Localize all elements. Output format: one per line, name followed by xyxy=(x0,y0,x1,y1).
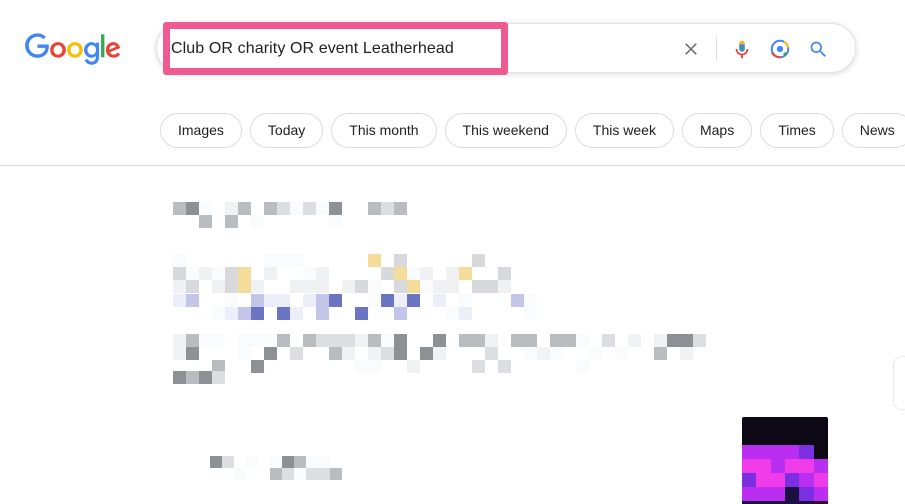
result-snippet-lines xyxy=(173,334,706,373)
bottom-card-heading-line xyxy=(210,456,342,480)
google-logo[interactable] xyxy=(25,33,121,66)
search-query-text: Club OR charity OR event Leatherhead xyxy=(171,40,454,57)
chip-images[interactable]: Images xyxy=(160,112,242,148)
google-search-page: Club OR charity OR event Leatherhead Ima… xyxy=(0,0,905,504)
search-filter-chips: Images Today This month This weekend Thi… xyxy=(160,112,905,148)
search-bar[interactable]: Club OR charity OR event Leatherhead xyxy=(156,23,856,73)
search-actions xyxy=(672,24,837,74)
chip-this-weekend[interactable]: This weekend xyxy=(444,112,567,148)
result-link-line[interactable] xyxy=(173,294,537,320)
search-input[interactable]: Club OR charity OR event Leatherhead xyxy=(171,33,696,65)
chip-this-week[interactable]: This week xyxy=(574,112,674,148)
chip-maps[interactable]: Maps xyxy=(681,112,753,148)
voice-search-icon[interactable] xyxy=(723,30,761,68)
side-panel-card[interactable] xyxy=(893,356,905,410)
search-actions-divider xyxy=(716,37,717,61)
search-header: Club OR charity OR event Leatherhead Ima… xyxy=(0,0,905,166)
google-lens-icon[interactable] xyxy=(761,30,799,68)
chip-today[interactable]: Today xyxy=(249,112,324,148)
clear-search-icon[interactable] xyxy=(672,30,710,68)
search-submit-icon[interactable] xyxy=(799,30,837,68)
chip-news[interactable]: News xyxy=(841,112,905,148)
result-breadcrumb-line[interactable] xyxy=(173,202,433,228)
search-results xyxy=(0,166,905,504)
result-thumbnail[interactable] xyxy=(742,417,828,504)
result-title-line[interactable] xyxy=(173,254,511,293)
result-snippet-tail xyxy=(173,371,225,384)
chip-this-month[interactable]: This month xyxy=(331,112,437,148)
chip-times[interactable]: Times xyxy=(760,112,834,148)
